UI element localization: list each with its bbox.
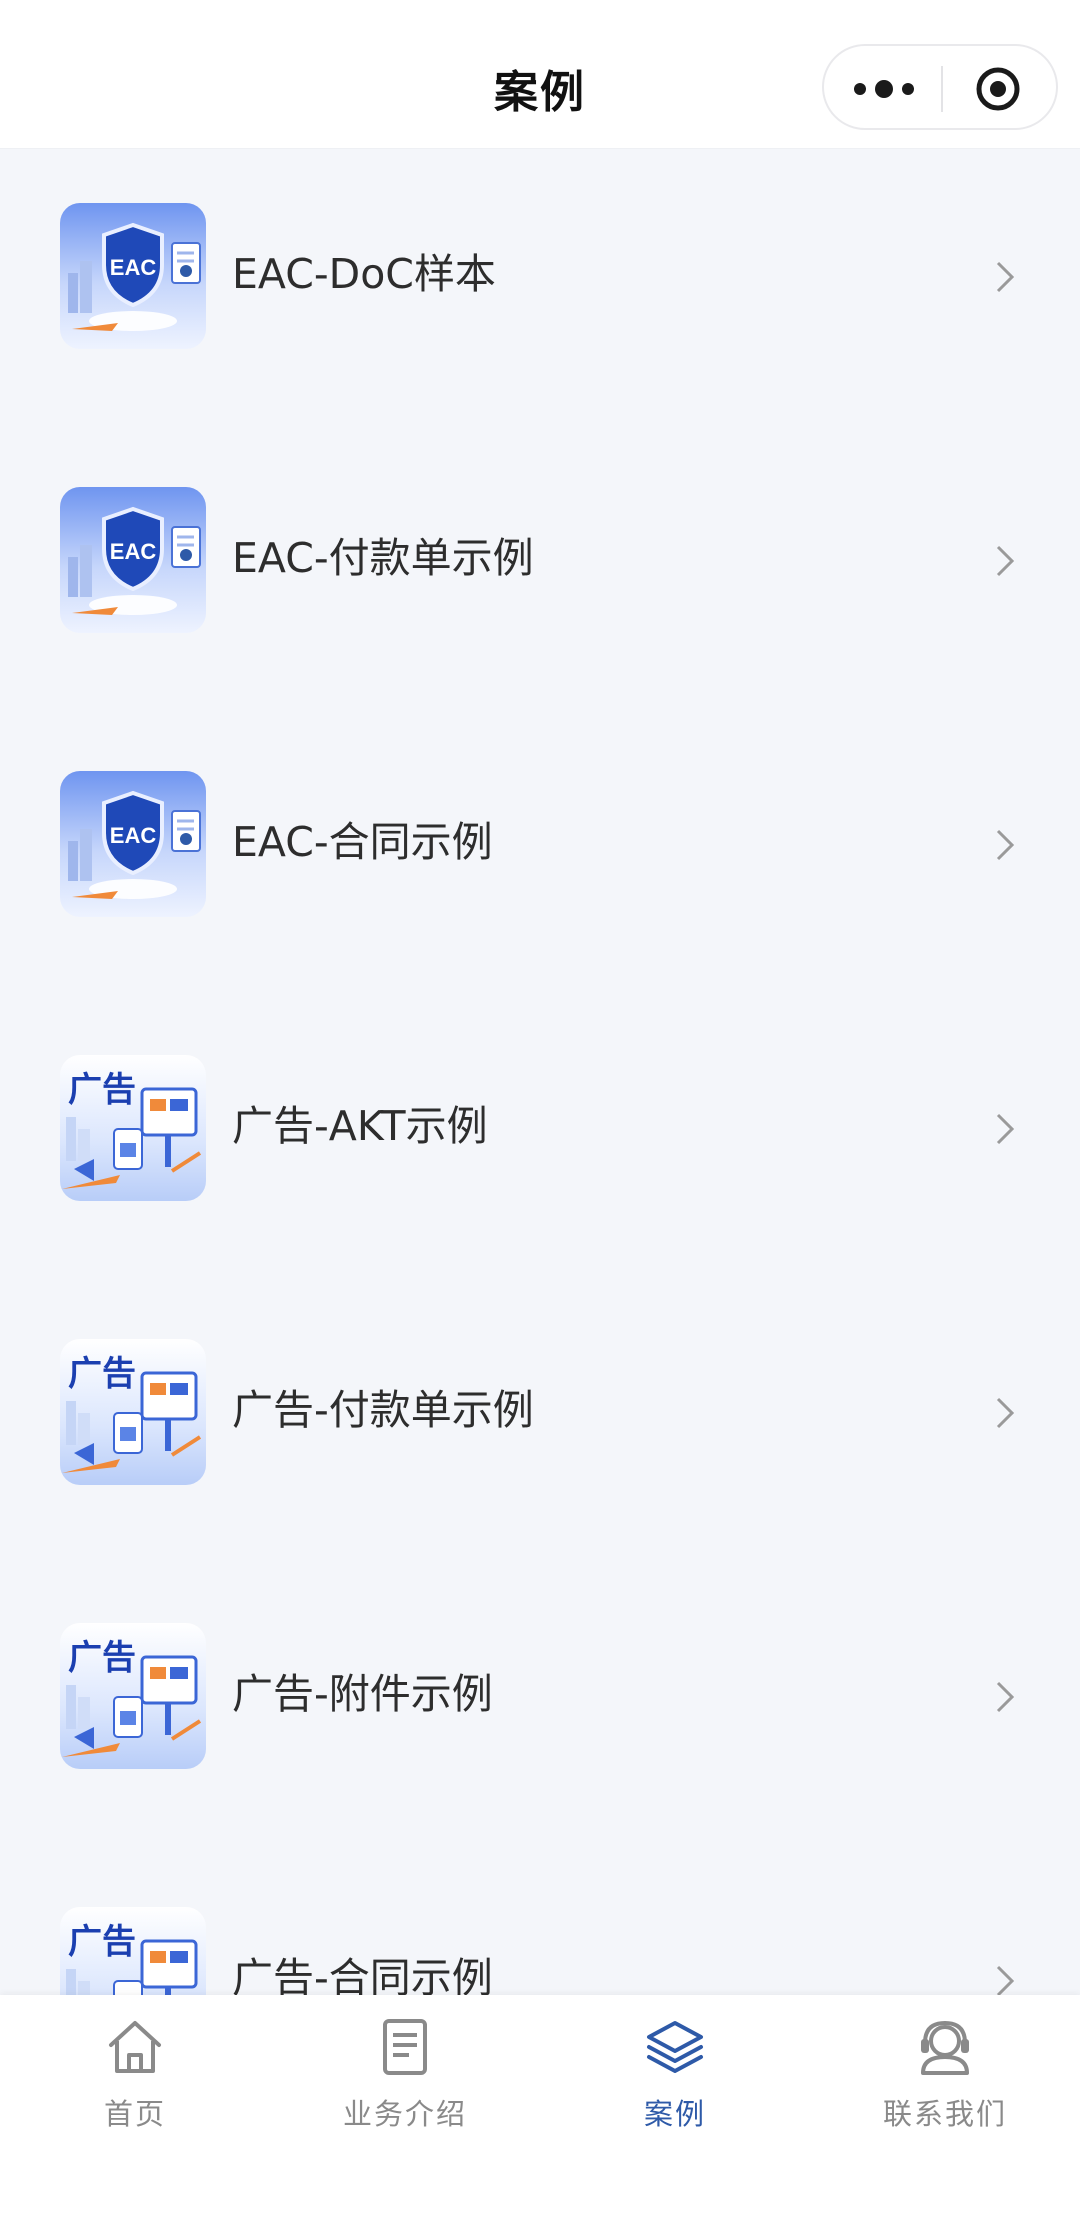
ad-thumb-text: 广告 <box>68 1922 136 1962</box>
tab-contact-us[interactable]: 联系我们 <box>810 2017 1080 2137</box>
list-item[interactable]: 广告 广告-附件示例 <box>0 1569 1080 1809</box>
list-item-label: EAC-合同示例 <box>232 818 493 866</box>
ad-thumbnail: 广告 <box>60 1055 206 1201</box>
eac-thumbnail: EAC <box>60 771 206 917</box>
ad-thumb-text: 广告 <box>68 1638 136 1678</box>
list-item[interactable]: 广告 广告-付款单示例 <box>0 1285 1080 1525</box>
eac-badge-text: EAC <box>110 539 157 564</box>
tab-home[interactable]: 首页 <box>0 2017 270 2137</box>
chevron-right-icon <box>996 1965 1015 1995</box>
ad-thumb-text: 广告 <box>68 1354 136 1394</box>
tab-label: 联系我们 <box>882 2097 1007 2131</box>
list-item-label: 广告-附件示例 <box>232 1670 493 1718</box>
ad-thumbnail: 广告 <box>60 1907 206 1995</box>
more-dots-icon[interactable] <box>852 71 916 107</box>
list-item-label: 广告-合同示例 <box>232 1954 493 1995</box>
bottom-tab-bar: 首页 业务介绍 案例 联系我们 <box>0 1995 1080 2234</box>
chevron-right-icon <box>996 829 1015 861</box>
headset-icon <box>921 2020 969 2075</box>
tab-label: 案例 <box>643 2097 706 2131</box>
eac-thumbnail: EAC <box>60 203 206 349</box>
chevron-right-icon <box>996 545 1015 577</box>
ad-thumbnail: 广告 <box>60 1623 206 1769</box>
list-item-label: 广告-付款单示例 <box>232 1386 534 1434</box>
tab-cases[interactable]: 案例 <box>540 2017 810 2137</box>
ad-thumbnail: 广告 <box>60 1339 206 1485</box>
layers-icon <box>647 2021 703 2073</box>
mini-program-capsule <box>822 44 1058 130</box>
tab-business-intro[interactable]: 业务介绍 <box>270 2017 540 2137</box>
home-icon <box>109 2021 161 2073</box>
document-icon <box>383 2019 427 2075</box>
list-item[interactable]: EAC EAC-DoC样本 <box>0 149 1080 389</box>
list-item[interactable]: EAC EAC-付款单示例 <box>0 433 1080 673</box>
tab-label: 业务介绍 <box>342 2097 467 2131</box>
top-navigation-bar: 案例 <box>0 0 1080 149</box>
list-item[interactable]: EAC EAC-合同示例 <box>0 717 1080 957</box>
chevron-right-icon <box>996 1681 1015 1713</box>
chevron-right-icon <box>996 1113 1015 1145</box>
list-item-label: EAC-DoC样本 <box>232 250 496 298</box>
capsule-divider <box>941 66 943 112</box>
target-circle-icon[interactable] <box>975 66 1021 112</box>
list-item[interactable]: 广告 广告-合同示例 <box>0 1853 1080 1995</box>
case-list: EAC EAC-DoC样本 EAC EAC-付款单示例 EAC EAC-合同示例… <box>0 149 1080 1995</box>
eac-thumbnail: EAC <box>60 487 206 633</box>
list-item[interactable]: 广告 广告-AKT示例 <box>0 1001 1080 1241</box>
tab-label: 首页 <box>103 2097 166 2131</box>
ad-thumb-text: 广告 <box>68 1070 136 1110</box>
list-item-label: EAC-付款单示例 <box>232 534 534 582</box>
chevron-right-icon <box>996 261 1015 293</box>
eac-badge-text: EAC <box>110 823 157 848</box>
list-item-label: 广告-AKT示例 <box>232 1102 488 1150</box>
chevron-right-icon <box>996 1397 1015 1429</box>
eac-badge-text: EAC <box>110 255 157 280</box>
